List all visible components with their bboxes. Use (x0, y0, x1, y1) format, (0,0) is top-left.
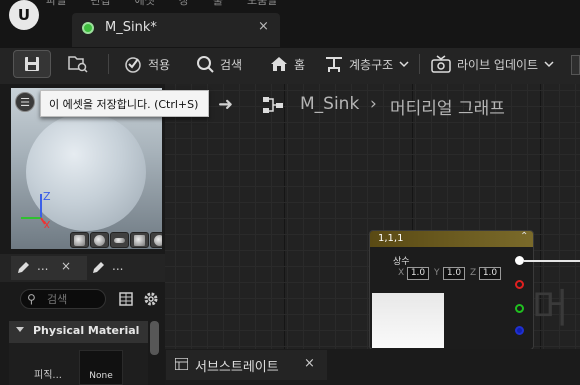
node-title: 1,1,1 (378, 233, 404, 244)
home-button[interactable]: 홈 (270, 48, 305, 80)
gizmo-z-label: Z (43, 190, 51, 203)
menu-item-help[interactable]: 도움말 (247, 0, 277, 8)
gizmo-x-label: X (43, 219, 51, 228)
toolbar-separator (108, 54, 109, 74)
axis-gizmo: Z X (21, 190, 51, 228)
node-collapse-icon[interactable]: ⌃ (520, 231, 528, 242)
menu-item-window[interactable]: 창 (179, 0, 189, 8)
output-pin-rgb[interactable] (515, 256, 524, 265)
preview-cube-icon[interactable] (130, 232, 149, 248)
hierarchy-icon (326, 57, 342, 72)
node-constant-label: 상수 (393, 257, 410, 267)
substrate-tab-label: 서브스트레이트 (195, 360, 279, 375)
live-update-icon (431, 55, 451, 73)
save-icon (25, 57, 39, 71)
second-tab-label[interactable]: ... (112, 259, 123, 273)
search-label: 검색 (220, 57, 243, 72)
pencil-icon (93, 262, 104, 273)
hierarchy-button[interactable]: 계층구조 (325, 48, 409, 80)
asset-thumbnail-value: None (89, 371, 113, 381)
preview-sphere-icon[interactable] (90, 232, 109, 248)
x-value-input[interactable]: 1.0 (407, 267, 429, 280)
node-color-preview (372, 293, 444, 348)
table-view-icon[interactable] (119, 292, 133, 306)
save-button[interactable] (13, 50, 51, 78)
node-output-wire[interactable] (524, 260, 580, 262)
save-tooltip: 이 에셋을 저장합니다. (Ctrl+S) (40, 90, 209, 117)
details-scrollbar[interactable] (150, 321, 159, 355)
output-pin-r[interactable] (515, 280, 524, 289)
browse-folder-icon (68, 56, 88, 73)
output-pin-g[interactable] (515, 304, 524, 313)
preview-cylinder-icon[interactable] (70, 232, 89, 248)
y-value-input[interactable]: 1.0 (443, 267, 465, 280)
home-icon (271, 57, 287, 71)
chevron-down-icon (399, 61, 409, 68)
breadcrumb-asset[interactable]: M_Sink (300, 94, 359, 114)
home-label: 홈 (294, 57, 306, 72)
output-pin-b[interactable] (515, 326, 524, 335)
x-label: X (398, 268, 405, 278)
live-update-button[interactable]: 라이브 업데이트 (431, 48, 554, 80)
preview-shape-toolbar (70, 232, 162, 248)
asset-tab[interactable] (72, 13, 280, 47)
viewport-menu-icon[interactable]: ☰ (15, 92, 35, 112)
details-tab-label: ... (37, 259, 49, 273)
toolbar-separator (419, 54, 420, 74)
pencil-icon (18, 262, 29, 273)
substrate-tab-close-icon[interactable]: × (304, 356, 315, 371)
section-title: Physical Material (33, 324, 140, 337)
breadcrumb-arrow-icon: ➜ (218, 94, 234, 115)
property-label: 피직... (34, 370, 62, 381)
menu-bar: 파일 편집 에셋 창 툴 도움말 (46, 0, 277, 8)
y-label: Y (434, 268, 440, 278)
apply-button[interactable]: 적용 (124, 48, 170, 80)
graph-watermark-text: 머 (532, 286, 569, 332)
material-graph-icon (263, 97, 283, 113)
tab-close-icon[interactable]: × (258, 19, 269, 34)
preview-mesh-icon[interactable] (150, 232, 162, 248)
details-search-input[interactable] (47, 292, 102, 306)
details-tab-close-icon[interactable]: × (61, 259, 71, 273)
asset-thumbnail[interactable]: None (79, 350, 123, 385)
search-icon (197, 56, 214, 73)
search-button[interactable]: 검색 (196, 48, 242, 80)
substrate-icon (175, 358, 188, 370)
browse-button[interactable] (60, 50, 96, 78)
apply-label: 적용 (148, 57, 171, 72)
asset-tab-title: M_Sink* (105, 20, 157, 35)
breadcrumb-graph: 머티리얼 그래프 (390, 99, 505, 119)
menu-item-tools[interactable]: 툴 (213, 0, 223, 8)
material-asset-icon (82, 22, 94, 34)
gear-icon[interactable] (143, 291, 159, 307)
preview-plane-icon[interactable] (110, 232, 129, 248)
breadcrumb-chevron-icon: › (370, 94, 377, 114)
unreal-logo-icon[interactable]: U (9, 0, 39, 30)
menu-item-edit[interactable]: 편집 (90, 0, 110, 8)
chevron-down-icon (544, 61, 554, 68)
apply-check-icon (125, 57, 141, 73)
z-value-input[interactable]: 1.0 (479, 267, 501, 280)
menu-item-file[interactable]: 파일 (46, 0, 66, 8)
menu-item-asset[interactable]: 에셋 (135, 0, 155, 8)
toolbar-overflow-button[interactable] (571, 55, 580, 75)
z-label: Z (470, 268, 477, 278)
hierarchy-label: 계층구조 (349, 57, 394, 72)
live-update-label: 라이브 업데이트 (457, 57, 539, 72)
collapse-arrow-icon (16, 327, 24, 332)
search-icon: ⚲ (27, 292, 36, 306)
